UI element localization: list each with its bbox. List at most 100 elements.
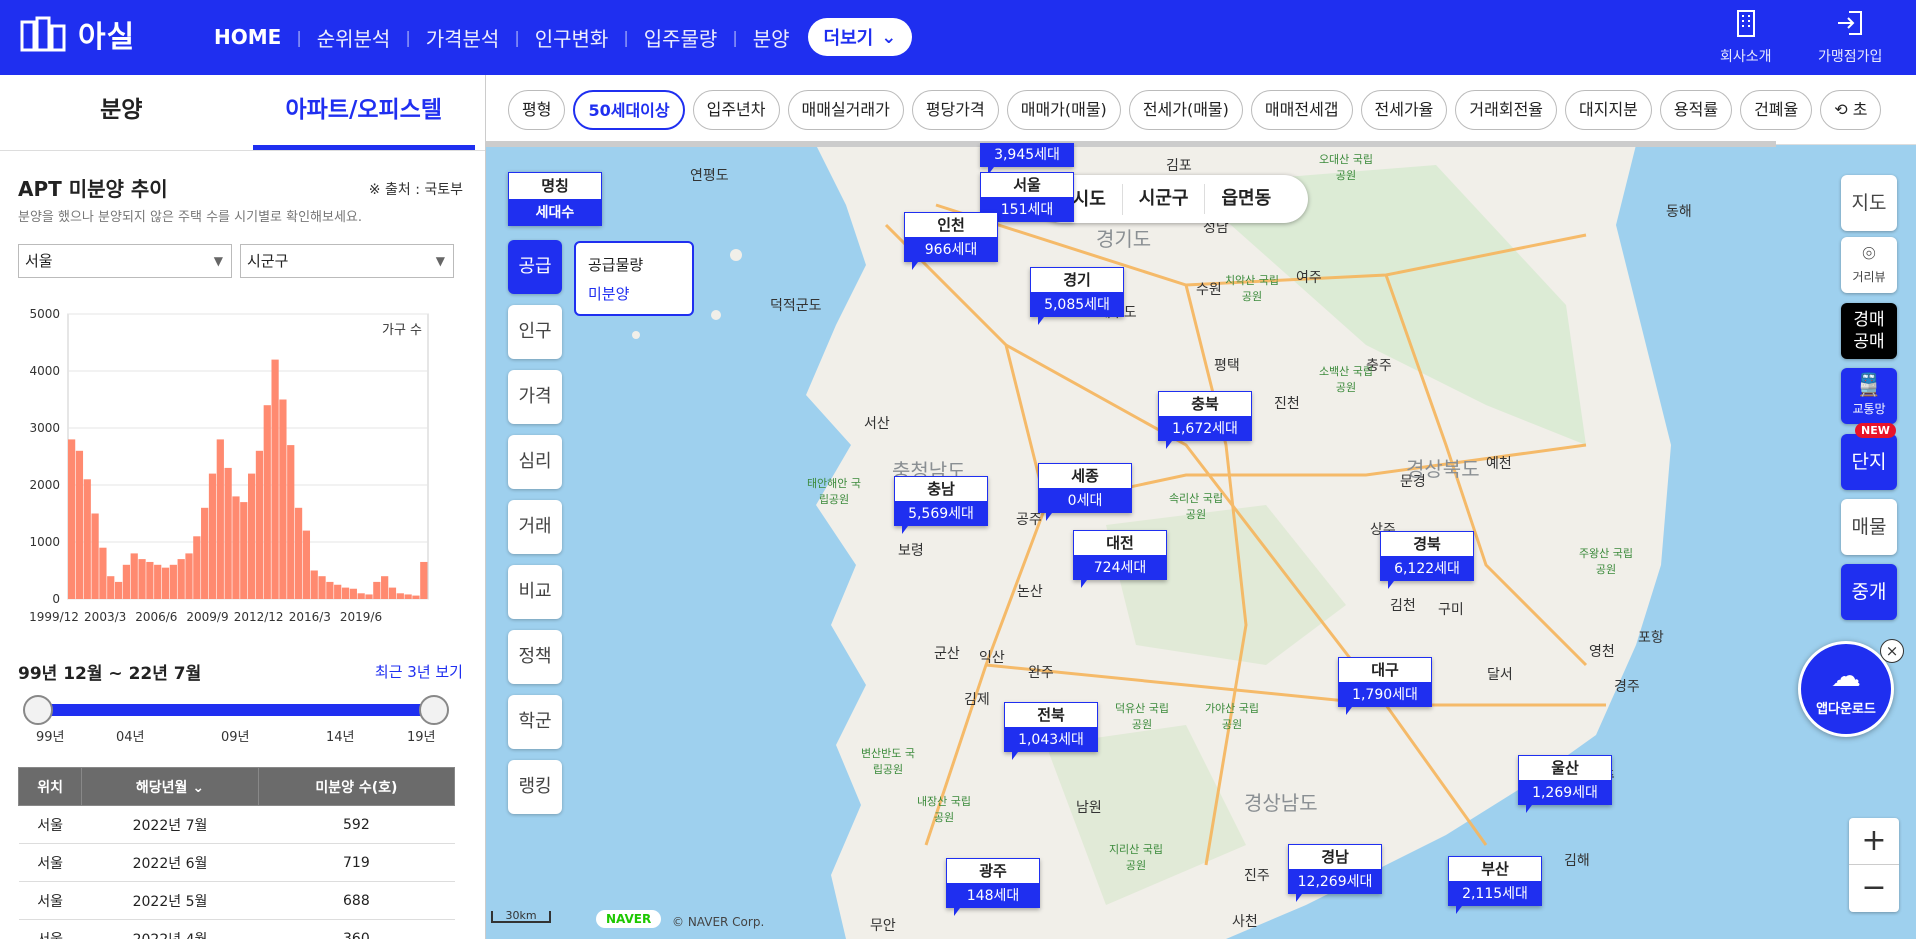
- filter-chip[interactable]: 평당가격: [911, 89, 999, 130]
- map-area[interactable]: 김포 성남 수원 여주 제부도 평택 충주 동해 진천 천안 서산 예천 문경 …: [486, 75, 1916, 939]
- region-marker-busan[interactable]: 부산 2,115세대: [1448, 856, 1542, 914]
- roadview-button[interactable]: ⌾ 거리뷰: [1841, 237, 1897, 293]
- logo[interactable]: 아실: [20, 12, 135, 56]
- region-marker-daegu[interactable]: 대구 1,790세대: [1338, 657, 1432, 715]
- recent-3-years-link[interactable]: 최근 3년 보기: [375, 661, 463, 682]
- table-header-month[interactable]: 해당년월 ⌄: [81, 767, 259, 806]
- filter-chip[interactable]: 거래회전율: [1455, 89, 1558, 130]
- map-label: 사천: [1232, 914, 1258, 930]
- filter-chip[interactable]: 건폐율: [1740, 89, 1813, 130]
- level-sigungu[interactable]: 시군구: [1123, 184, 1206, 214]
- company-button[interactable]: 회사소개: [1720, 8, 1772, 66]
- table-row: 서울 2022년 6월 719: [18, 843, 455, 882]
- zoom-out-button[interactable]: −: [1849, 865, 1899, 912]
- region-marker-gyeongbuk[interactable]: 경북 6,122세대: [1380, 531, 1474, 589]
- filter-chip[interactable]: 전세가(매물): [1128, 89, 1243, 130]
- map-canvas[interactable]: [486, 145, 1916, 939]
- submenu-unsold[interactable]: 미분양: [588, 280, 680, 309]
- chart-bar: [232, 496, 240, 599]
- nav-population[interactable]: 인구변화: [535, 23, 609, 52]
- table-cell: 719: [258, 843, 455, 882]
- region-marker-incheon[interactable]: 인천 966세대: [904, 212, 998, 270]
- category-school[interactable]: 학군: [508, 695, 562, 749]
- refresh-icon: ⟲: [1834, 99, 1853, 119]
- region-marker-chungbuk[interactable]: 충북 1,672세대: [1158, 391, 1252, 449]
- filter-chip-active[interactable]: 50세대이상: [573, 89, 685, 130]
- x-tick-label: 2016/3: [289, 610, 331, 624]
- region-marker-gyeongnam[interactable]: 경남 12,269세대: [1288, 844, 1382, 902]
- region-marker-chungnam[interactable]: 충남 5,569세대: [894, 476, 988, 534]
- close-icon[interactable]: ×: [1880, 639, 1904, 663]
- auction-button[interactable]: 경매 공매: [1841, 303, 1897, 359]
- marker-name: 경기: [1030, 267, 1124, 293]
- district-select[interactable]: 시군구 ▼: [240, 244, 454, 278]
- partner-signup-button[interactable]: 가맹점가입: [1818, 8, 1882, 66]
- broker-button[interactable]: 중개: [1841, 564, 1897, 620]
- complex-button[interactable]: 단지: [1841, 434, 1897, 490]
- chart-bar: [169, 564, 177, 599]
- zoom-in-button[interactable]: +: [1849, 818, 1899, 865]
- slider-start-handle[interactable]: [23, 695, 53, 725]
- nav-price[interactable]: 가격분석: [426, 23, 500, 52]
- tab-apartment-officetel[interactable]: 아파트/오피스텔: [243, 75, 486, 150]
- region-marker-ulsan[interactable]: 울산 1,269세대: [1518, 755, 1612, 813]
- period-slider[interactable]: [23, 695, 449, 725]
- region-marker-sejong[interactable]: 세종 0세대: [1038, 463, 1132, 521]
- x-tick-label: 2012/12: [234, 610, 284, 624]
- nav-ranking[interactable]: 순위분석: [317, 23, 391, 52]
- dropdown-arrow-icon: ▼: [213, 254, 223, 268]
- filter-scrollbar[interactable]: [486, 141, 1776, 147]
- category-transaction[interactable]: 거래: [508, 500, 562, 554]
- left-panel: 분양 아파트/오피스텔 APT 미분양 추이 ※ 출처 : 국토부 분양을 했으…: [0, 75, 486, 939]
- submenu-supply-volume[interactable]: 공급물량: [588, 251, 680, 280]
- unsold-trend-chart: 5000 4000 3000 2000 1000 0 1999/12 2003/3 2006/…: [29, 307, 429, 624]
- marker-name: 울산: [1518, 755, 1612, 781]
- filter-chip[interactable]: 용적률: [1659, 89, 1733, 130]
- slider-tick: 99년: [36, 730, 65, 745]
- app-download-button[interactable]: ☁ 앱다운로드: [1798, 641, 1894, 737]
- main-nav: HOME | 순위분석 | 가격분석 | 인구변화 | 입주물량 | 분양 더보기 ⌄: [214, 18, 913, 56]
- new-badge: NEW: [1855, 423, 1896, 438]
- filter-chip[interactable]: 매매가(매물): [1006, 89, 1121, 130]
- chart-bar: [138, 559, 146, 599]
- category-supply[interactable]: 공급: [508, 240, 562, 294]
- filter-chip[interactable]: 전세가율: [1360, 89, 1448, 130]
- reset-filter-button[interactable]: ⟲ 초: [1820, 89, 1882, 130]
- category-compare[interactable]: 비교: [508, 565, 562, 619]
- filter-chip[interactable]: 입주년차: [692, 89, 780, 130]
- nav-supply[interactable]: 입주물량: [644, 23, 718, 52]
- filter-chip[interactable]: 매매실거래가: [787, 89, 904, 130]
- tab-presale[interactable]: 분양: [0, 75, 243, 150]
- filter-chip[interactable]: 평형: [508, 89, 566, 130]
- map-label: 달서: [1487, 667, 1513, 683]
- region-marker-gangwon[interactable]: 3,945세대: [980, 143, 1074, 175]
- category-population[interactable]: 인구: [508, 305, 562, 359]
- nav-home[interactable]: HOME: [214, 25, 281, 49]
- map-type-button[interactable]: 지도: [1841, 175, 1897, 231]
- category-price[interactable]: 가격: [508, 370, 562, 424]
- region-select[interactable]: 서울 ▼: [18, 244, 232, 278]
- train-icon: 🚆: [1855, 373, 1883, 398]
- marker-value: 12,269세대: [1288, 870, 1382, 894]
- region-marker-gyeonggi[interactable]: 경기 5,085세대: [1030, 267, 1124, 325]
- category-sentiment[interactable]: 심리: [508, 435, 562, 489]
- chart-bar: [310, 570, 318, 599]
- region-marker-daejeon[interactable]: 대전 724세대: [1073, 530, 1167, 588]
- table-cell: 592: [258, 805, 455, 844]
- listing-button[interactable]: 매물: [1841, 499, 1897, 555]
- left-tabs: 분양 아파트/오피스텔: [0, 75, 485, 151]
- nav-presale[interactable]: 분양: [753, 23, 790, 52]
- filter-chip[interactable]: 매매전세갭: [1250, 89, 1353, 130]
- map-label: 구미: [1438, 602, 1464, 618]
- category-policy[interactable]: 정책: [508, 630, 562, 684]
- category-ranking[interactable]: 랭킹: [508, 760, 562, 814]
- level-eupmyeondong[interactable]: 읍면동: [1205, 184, 1287, 214]
- region-marker-jeonbuk[interactable]: 전북 1,043세대: [1004, 702, 1098, 760]
- filter-chip[interactable]: 대지지분: [1565, 89, 1652, 130]
- park-label: 덕유산 국립공원: [1114, 702, 1170, 731]
- marker-name: 전북: [1004, 702, 1098, 728]
- more-button[interactable]: 더보기 ⌄: [807, 18, 913, 56]
- transit-button[interactable]: 🚆 교통망: [1841, 368, 1897, 424]
- slider-end-handle[interactable]: [419, 695, 449, 725]
- region-marker-gwangju[interactable]: 광주 148세대: [946, 858, 1040, 916]
